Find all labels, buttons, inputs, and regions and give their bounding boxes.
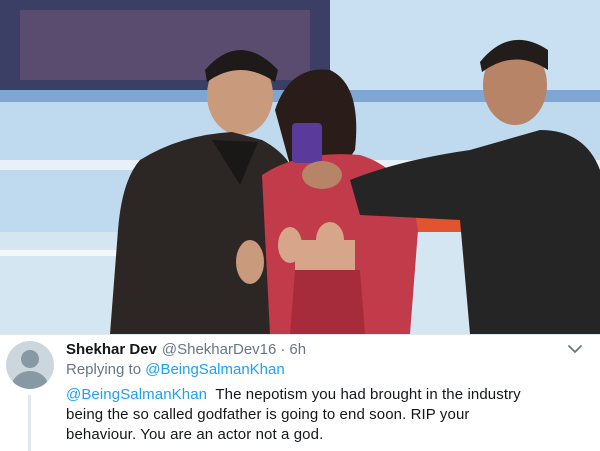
tweet-header: Shekhar Dev @ShekharDev16 · 6h bbox=[66, 341, 306, 361]
tweet-body: @BeingSalmanKhan The nepotism you had br… bbox=[66, 385, 586, 445]
replying-to-handle[interactable]: @BeingSalmanKhan bbox=[145, 361, 284, 378]
author-handle[interactable]: @ShekharDev16 bbox=[162, 341, 276, 358]
chevron-down-icon[interactable] bbox=[568, 344, 582, 354]
header-separator: · bbox=[280, 341, 286, 358]
avatar-head bbox=[21, 350, 39, 368]
tweet-body-line-2: being the so called godfather is going t… bbox=[66, 406, 470, 423]
tweet-timestamp[interactable]: 6h bbox=[289, 341, 306, 358]
tweet-body-line-1: @BeingSalmanKhan The nepotism you had br… bbox=[66, 385, 586, 405]
avatar-body bbox=[12, 371, 48, 389]
thread-line bbox=[28, 395, 31, 451]
body-line1: The nepotism you had brought in the indu… bbox=[215, 386, 521, 403]
replying-to-label: Replying to bbox=[66, 361, 142, 378]
replying-to: Replying to @BeingSalmanKhan bbox=[66, 361, 285, 378]
author-name[interactable]: Shekhar Dev bbox=[66, 341, 157, 358]
body-mention-link[interactable]: @BeingSalmanKhan bbox=[66, 386, 207, 403]
tweet-body-line-3: behaviour. You are an actor not a god. bbox=[66, 426, 324, 443]
photo-illustration bbox=[0, 0, 600, 334]
default-avatar-icon[interactable] bbox=[6, 341, 54, 389]
tweet-photo[interactable] bbox=[0, 0, 600, 334]
